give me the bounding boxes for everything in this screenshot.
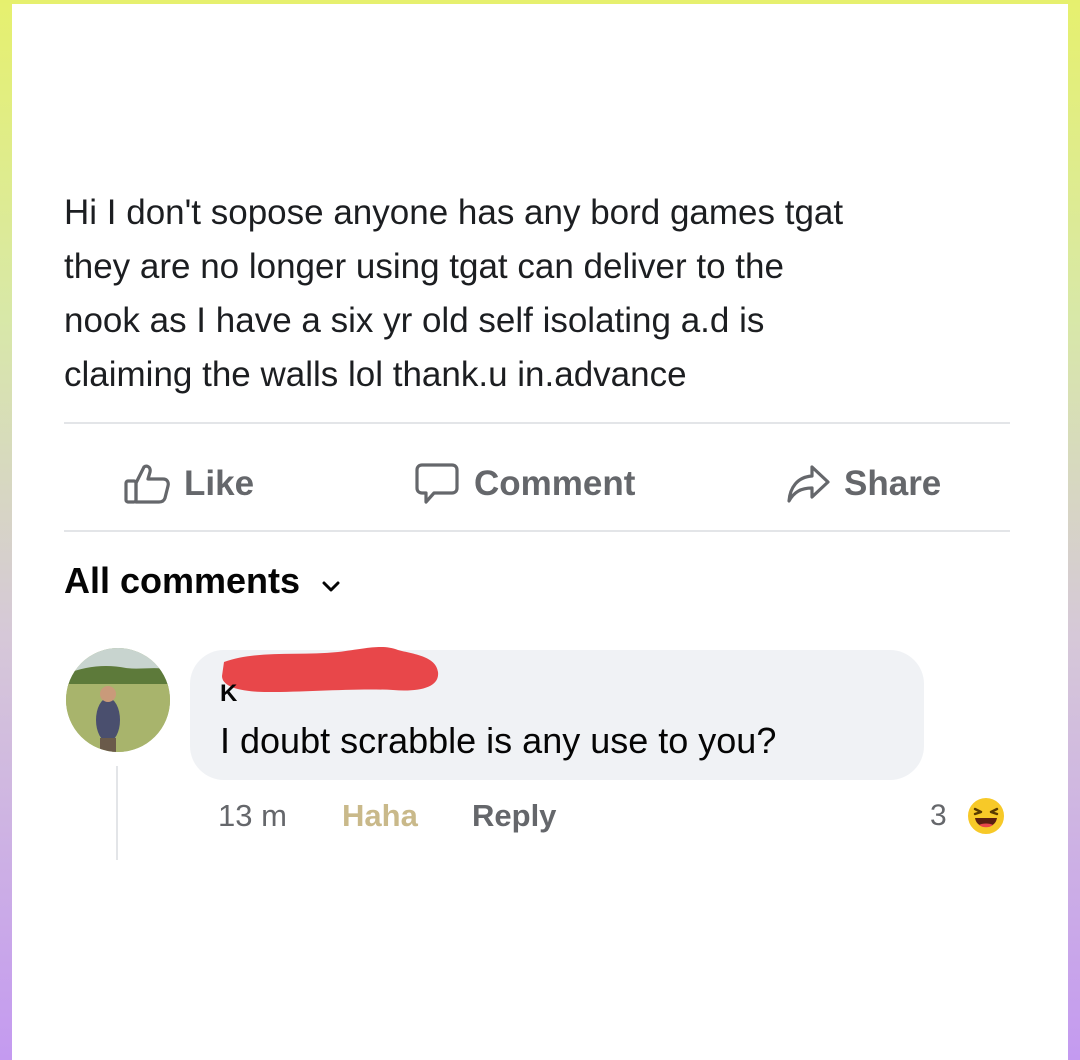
like-label: Like [184, 464, 255, 503]
comment-author-initial[interactable]: K [220, 680, 237, 708]
divider [64, 422, 1010, 424]
divider [64, 530, 1010, 532]
share-arrow-icon [786, 464, 830, 504]
share-label: Share [844, 464, 942, 503]
comments-filter-label: All comments [64, 560, 301, 601]
thumbs-up-icon [124, 463, 170, 505]
like-button[interactable]: Like [124, 458, 254, 510]
comment-bubble-icon [414, 462, 460, 506]
share-button[interactable]: Share [786, 458, 941, 510]
post-text-line: they are no longer using tgat can delive… [64, 247, 784, 286]
haha-emoji-icon [966, 796, 1006, 836]
post-text-line: claiming the walls lol thank.u in.advanc… [64, 355, 687, 394]
thread-line [116, 766, 118, 860]
post-text-line: Hi I don't sopose anyone has any bord ga… [64, 193, 844, 232]
comment-reaction-button[interactable]: Haha [342, 794, 418, 838]
comments-filter-dropdown[interactable]: All comments [64, 560, 340, 602]
commenter-avatar[interactable] [66, 648, 170, 752]
comment-label: Comment [474, 464, 636, 503]
chevron-down-icon [322, 560, 340, 602]
reaction-count[interactable]: 3 [930, 794, 947, 838]
comment-timestamp[interactable]: 13 m [218, 794, 287, 838]
post-text-line: nook as I have a six yr old self isolati… [64, 301, 765, 340]
comment-button[interactable]: Comment [414, 458, 635, 510]
comment-bubble: K I doubt scrabble is any use to you? [190, 646, 924, 780]
comment-reply-button[interactable]: Reply [472, 794, 556, 838]
post-text: Hi I don't sopose anyone has any bord ga… [64, 186, 1004, 402]
redaction-mark [222, 646, 439, 692]
comment-text: I doubt scrabble is any use to you? [220, 720, 777, 761]
post-card: Hi I don't sopose anyone has any bord ga… [12, 4, 1068, 1060]
